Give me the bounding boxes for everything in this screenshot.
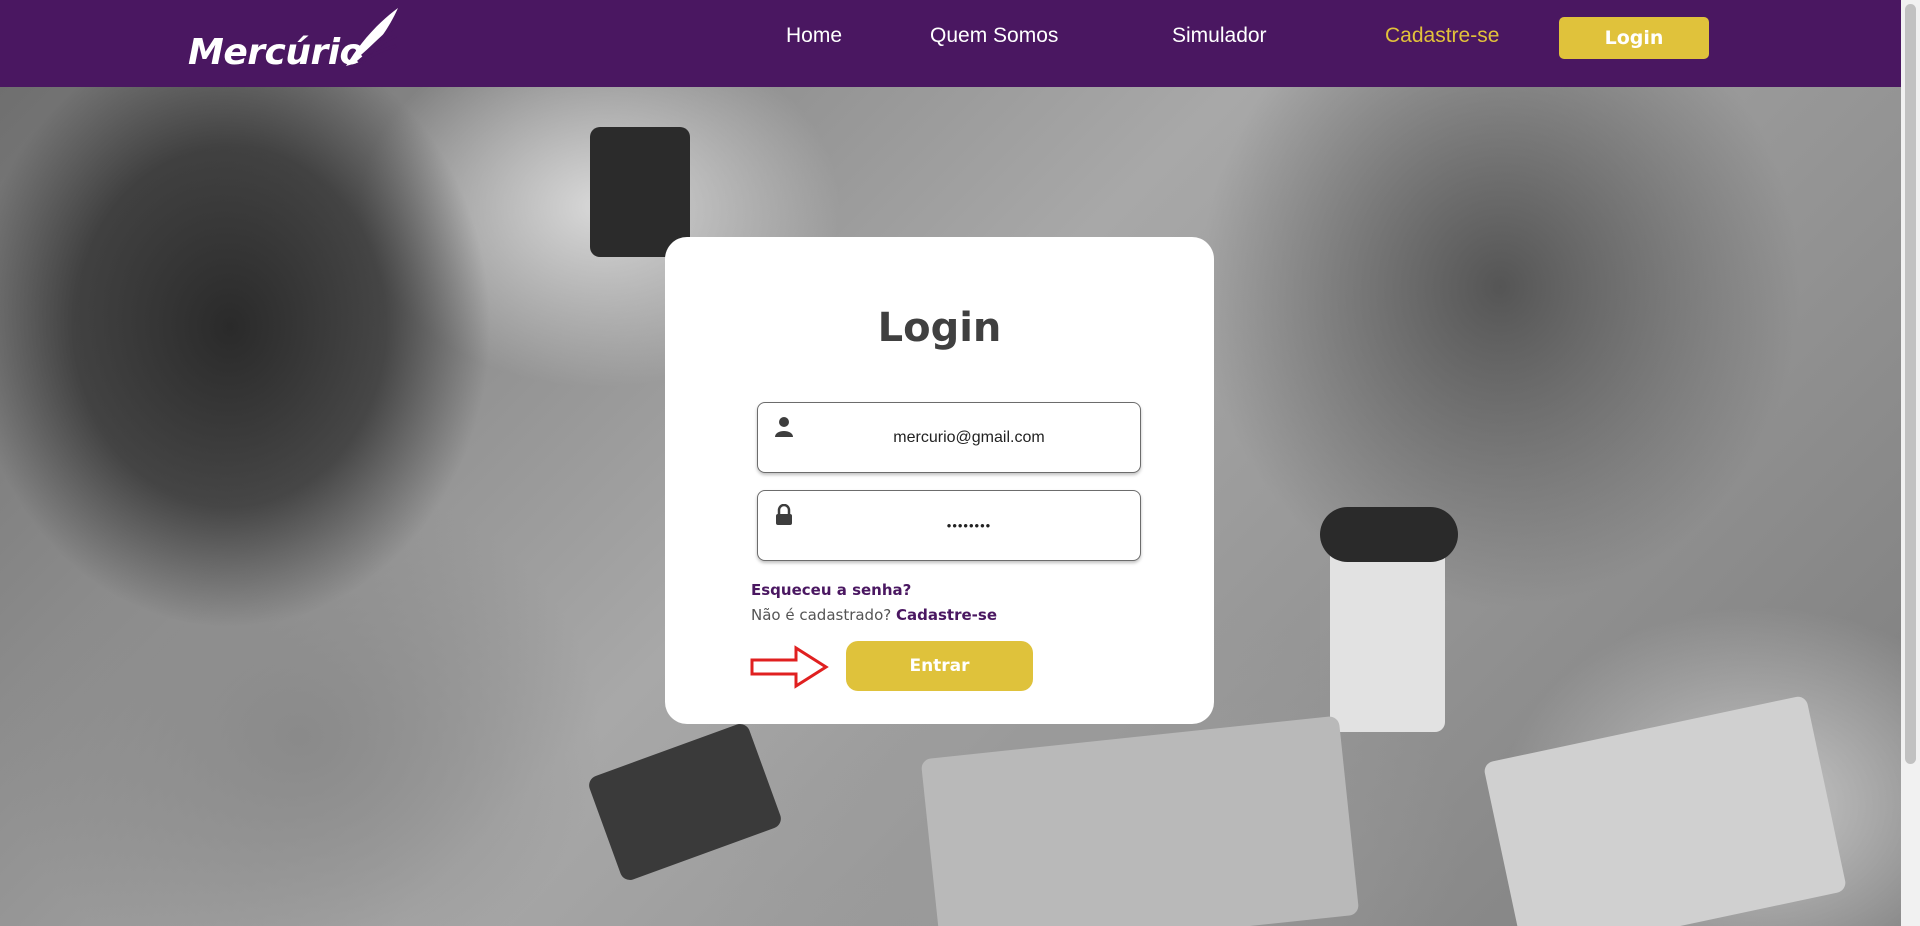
register-prompt-text: Não é cadastrado? xyxy=(751,606,892,624)
phone-image xyxy=(586,721,784,883)
wing-icon xyxy=(346,8,398,70)
register-link[interactable]: Cadastre-se xyxy=(896,606,997,624)
forgot-password-link[interactable]: Esqueceu a senha? xyxy=(751,581,911,599)
register-prompt: Não é cadastrado? Cadastre-se xyxy=(751,606,997,624)
tablet-image xyxy=(1482,694,1848,926)
coffee-cup-image xyxy=(590,127,690,257)
scrollbar-thumb[interactable] xyxy=(1905,4,1916,764)
laptop-image xyxy=(920,715,1360,926)
page-scrollbar[interactable] xyxy=(1901,0,1920,926)
lock-icon xyxy=(776,504,792,525)
email-input[interactable]: mercurio@gmail.com xyxy=(798,403,1140,472)
login-title: Login xyxy=(877,305,1002,351)
login-card: Login mercurio@gmail.com •••••••• Esquec… xyxy=(665,237,1214,724)
password-field[interactable]: •••••••• xyxy=(757,490,1141,561)
cup-lid-image xyxy=(1320,507,1458,562)
email-field[interactable]: mercurio@gmail.com xyxy=(757,402,1141,473)
brand-logo[interactable]: Mercúrio xyxy=(188,6,398,76)
top-navbar: Mercúrio Home Quem Somos Simulador Cadas… xyxy=(0,0,1901,87)
nav-link-simulador[interactable]: Simulador xyxy=(1172,24,1267,48)
user-icon xyxy=(775,417,793,437)
nav-link-cadastre-se[interactable]: Cadastre-se xyxy=(1385,24,1499,48)
submit-login-button[interactable]: Entrar xyxy=(846,641,1033,691)
brand-logo-text: Mercúrio xyxy=(188,32,364,73)
nav-link-home[interactable]: Home xyxy=(786,24,842,48)
password-input[interactable]: •••••••• xyxy=(798,491,1140,560)
nav-link-quem-somos[interactable]: Quem Somos xyxy=(930,24,1058,48)
arrow-right-icon xyxy=(750,645,829,689)
nav-login-button[interactable]: Login xyxy=(1559,17,1709,59)
